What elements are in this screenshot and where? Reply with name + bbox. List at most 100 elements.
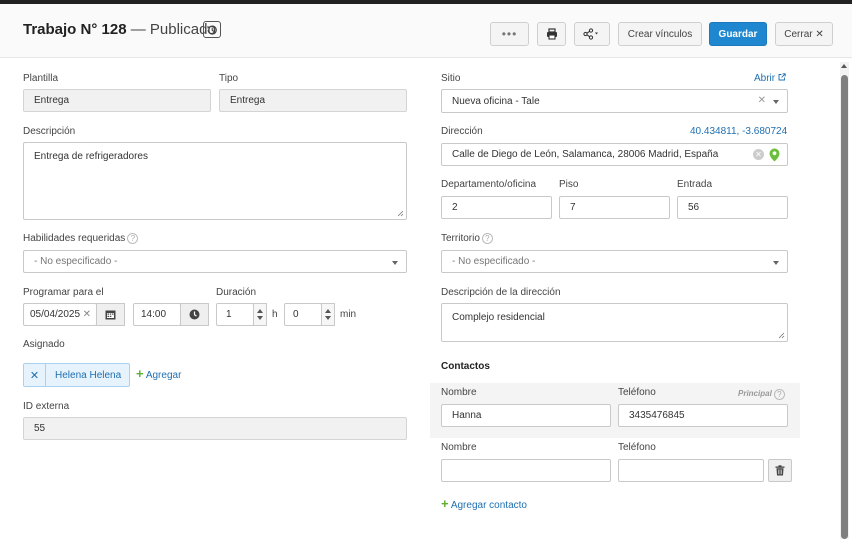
site-select[interactable]: Nueva oficina - Tale ✕: [441, 89, 788, 113]
stepper-down-icon[interactable]: [325, 316, 331, 320]
share-button[interactable]: [574, 22, 610, 46]
open-site-link[interactable]: Abrir: [754, 73, 786, 84]
close-button[interactable]: Cerrar ✕: [775, 22, 833, 46]
skills-value: - No especificado -: [34, 256, 118, 267]
address-description-label: Descripción de la dirección: [441, 287, 561, 298]
description-textarea[interactable]: Entrega de refrigeradores: [23, 142, 407, 220]
plus-icon: +: [441, 496, 449, 511]
address-input[interactable]: Calle de Diego de León, Salamanca, 28006…: [441, 143, 788, 166]
time-picker-button[interactable]: [180, 303, 209, 326]
address-value: Calle de Diego de León, Salamanca, 28006…: [452, 149, 719, 160]
history-icon[interactable]: [203, 21, 221, 38]
stepper-down-icon[interactable]: [257, 316, 263, 320]
type-label: Tipo: [219, 73, 239, 84]
address-description-text: Complejo residencial: [452, 312, 545, 323]
territory-label: Territorio?: [441, 233, 493, 244]
stepper-up-icon[interactable]: [325, 309, 331, 313]
type-field: Entrega: [219, 89, 407, 112]
territory-select[interactable]: - No especificado -: [441, 250, 788, 273]
resize-handle-icon[interactable]: [778, 332, 785, 339]
add-contact-text: Agregar contacto: [450, 500, 527, 511]
contact-name-label: Nombre: [441, 442, 477, 453]
contact-name-input[interactable]: Hanna: [441, 404, 611, 427]
map-pin-icon[interactable]: [769, 148, 780, 162]
schedule-time-input[interactable]: 14:00: [133, 303, 181, 326]
duration-minutes-input[interactable]: 0: [284, 303, 322, 326]
delete-contact-button[interactable]: [768, 459, 792, 482]
contact-name-input[interactable]: [441, 459, 611, 482]
external-id-field: 55: [23, 417, 407, 440]
hours-stepper[interactable]: [253, 303, 267, 326]
duration-label: Duración: [216, 287, 257, 298]
contact-name-label: Nombre: [441, 387, 477, 398]
contacts-title: Contactos: [441, 361, 490, 372]
description-text: Entrega de refrigeradores: [34, 151, 148, 162]
add-contact-link[interactable]: + Agregar contacto: [441, 496, 527, 511]
stepper-up-icon[interactable]: [257, 309, 263, 313]
site-value: Nueva oficina - Tale: [452, 95, 540, 107]
resize-handle-icon[interactable]: [397, 210, 404, 217]
help-icon[interactable]: ?: [127, 233, 139, 244]
principal-label: Principal?: [738, 389, 785, 400]
print-button[interactable]: [537, 22, 566, 46]
floor-input[interactable]: 7: [559, 196, 670, 219]
territory-value: - No especificado -: [452, 256, 536, 267]
print-icon: [546, 28, 557, 40]
contact-phone-label: Teléfono: [618, 387, 656, 398]
contact-phone-input[interactable]: [618, 459, 764, 482]
assignee-chip: ✕ Helena Helena: [23, 363, 130, 387]
external-id-label: ID externa: [23, 401, 70, 412]
clear-address-icon[interactable]: ✕: [753, 149, 764, 160]
title-prefix: Trabajo N°: [23, 21, 98, 38]
hours-unit: h: [272, 309, 278, 320]
department-input[interactable]: 2: [441, 196, 552, 219]
clock-icon: [189, 309, 200, 320]
skills-label-text: Habilidades requeridas: [23, 233, 126, 244]
address-label: Dirección: [441, 126, 483, 137]
contact-phone-label: Teléfono: [618, 442, 656, 453]
principal-text: Principal: [738, 389, 772, 398]
trash-icon: [775, 465, 785, 476]
help-icon[interactable]: ?: [481, 233, 493, 244]
entrance-input[interactable]: 56: [677, 196, 788, 219]
help-icon[interactable]: ?: [773, 389, 785, 400]
add-assignee-text: Agregar: [145, 370, 182, 381]
external-link-icon: [778, 73, 786, 81]
coordinates-link[interactable]: 40.434811, -3.680724: [690, 126, 787, 137]
clear-site-icon[interactable]: ✕: [758, 95, 766, 106]
remove-assignee-icon[interactable]: ✕: [24, 364, 46, 386]
schedule-date-input[interactable]: 05/04/2025 ✕: [23, 303, 97, 326]
calendar-button[interactable]: [96, 303, 125, 326]
template-field: Entrega: [23, 89, 211, 112]
assigned-label: Asignado: [23, 339, 65, 350]
save-button[interactable]: Guardar: [709, 22, 767, 46]
page-title: Trabajo N° 128 — Publicado: [23, 21, 216, 38]
chevron-down-icon: [392, 261, 398, 265]
department-label: Departamento/oficina: [441, 179, 537, 190]
scrollbar-thumb[interactable]: [841, 75, 848, 539]
plus-icon: +: [136, 366, 144, 381]
share-icon: [583, 28, 598, 40]
minutes-unit: min: [340, 309, 357, 320]
territory-label-text: Territorio: [441, 233, 480, 244]
site-label: Sitio: [441, 73, 461, 84]
address-description-textarea[interactable]: Complejo residencial: [441, 303, 788, 342]
skills-select[interactable]: - No especificado -: [23, 250, 407, 273]
duration-hours-input[interactable]: 1: [216, 303, 254, 326]
header-bar: Trabajo N° 128 — Publicado ••• Crear vín…: [0, 4, 852, 58]
scroll-up-icon[interactable]: [841, 64, 847, 68]
description-label: Descripción: [23, 126, 76, 137]
add-assignee-link[interactable]: + Agregar: [136, 366, 182, 381]
schedule-label: Programar para el: [23, 287, 104, 298]
assignee-name: Helena Helena: [55, 369, 122, 381]
job-number: 128: [101, 21, 127, 38]
floor-label: Piso: [559, 179, 579, 190]
chevron-down-icon: [773, 100, 779, 104]
open-site-text: Abrir: [754, 73, 776, 84]
more-options-button[interactable]: •••: [490, 22, 529, 46]
contact-phone-input[interactable]: 3435476845: [618, 404, 788, 427]
schedule-date-value: 05/04/2025: [30, 309, 81, 320]
minutes-stepper[interactable]: [321, 303, 335, 326]
create-links-button[interactable]: Crear vínculos: [618, 22, 702, 46]
clear-date-icon[interactable]: ✕: [83, 309, 91, 320]
